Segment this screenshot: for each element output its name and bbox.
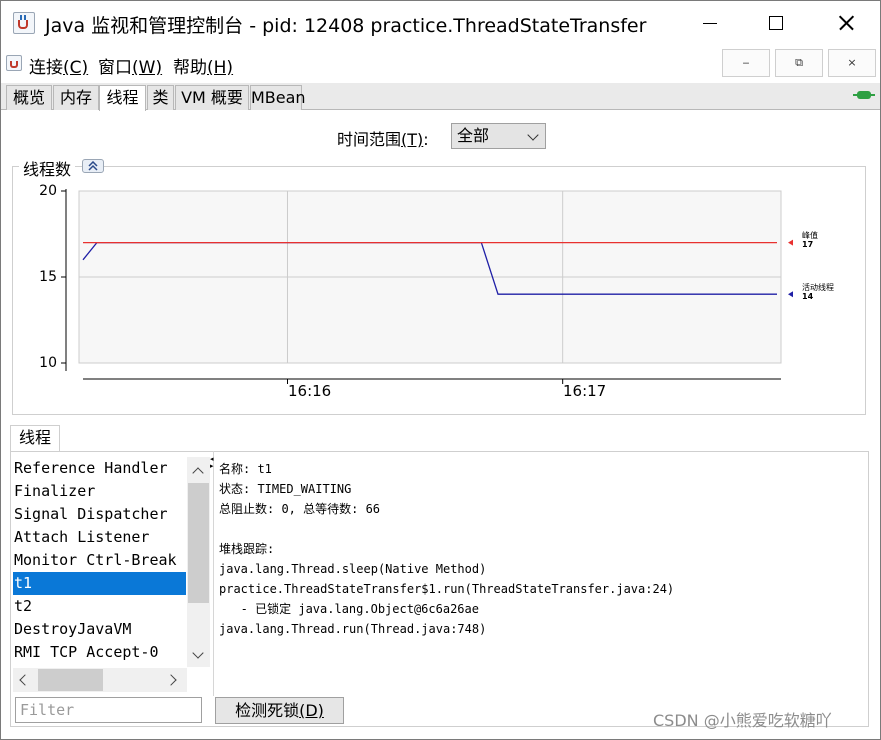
detect-deadlock-button[interactable]: 检测死锁(D) xyxy=(215,697,344,724)
tab-classes[interactable]: 类 xyxy=(147,85,174,110)
thread-detail-line: java.lang.Thread.sleep(Native Method) xyxy=(219,562,487,576)
inner-close-button[interactable]: × xyxy=(828,49,876,77)
x-tick-label: 16:17 xyxy=(563,382,607,400)
time-range-select[interactable]: 全部 xyxy=(451,123,546,149)
tab-overview[interactable]: 概览 xyxy=(6,85,52,110)
thread-list-item[interactable]: Monitor Ctrl-Break xyxy=(13,549,186,572)
jconsole-window: Java 监视和管理控制台 - pid: 12408 practice.Thre… xyxy=(0,0,881,740)
thread-detail-line: 名称: t1 xyxy=(219,462,272,476)
thread-detail-line: - 已锁定 java.lang.Object@6c6a26ae xyxy=(219,602,479,616)
thread-list-item[interactable]: DestroyJavaVM xyxy=(13,618,186,641)
y-tick-label: 10 xyxy=(39,355,57,371)
series-live-marker xyxy=(788,291,793,298)
chart-title: 线程数 xyxy=(19,156,76,180)
thread-detail-line: java.lang.Thread.run(Thread.java:748) xyxy=(219,622,487,636)
y-tick-label: 20 xyxy=(39,183,57,199)
split-pane-divider[interactable] xyxy=(213,451,217,696)
legend-peak-value: 17 xyxy=(802,240,814,249)
collapse-chart-button[interactable] xyxy=(82,159,104,173)
title-bar: Java 监视和管理控制台 - pid: 12408 practice.Thre… xyxy=(1,1,880,45)
thread-list-item[interactable]: Attach Listener xyxy=(13,526,186,549)
close-button[interactable] xyxy=(821,1,871,45)
watermark: CSDN @小熊爱吃软糖吖 xyxy=(653,711,832,730)
x-tick-label: 16:16 xyxy=(288,382,332,400)
window-title: Java 监视和管理控制台 - pid: 12408 practice.Thre… xyxy=(45,15,647,37)
thread-list-item[interactable]: t1 xyxy=(13,572,186,595)
menu-connection[interactable]: 连接(C) xyxy=(29,53,88,78)
thread-list-item[interactable]: Reference Handler xyxy=(13,457,186,480)
thread-detail-line: 总阻止数: 0, 总等待数: 66 xyxy=(219,502,381,516)
tab-bar: 概览 内存 线程 类 VM 概要 MBean xyxy=(1,83,880,111)
minimize-button[interactable] xyxy=(685,1,735,45)
y-tick-label: 15 xyxy=(39,269,57,285)
scroll-up-icon[interactable] xyxy=(192,467,204,479)
java-app-icon xyxy=(13,12,35,34)
thread-count-chart xyxy=(61,189,793,384)
thread-list-item[interactable]: Finalizer xyxy=(13,480,186,503)
menu-bar: 连接(C) 窗口(W) 帮助(H) ‒ ⧉ × xyxy=(1,47,880,81)
maximize-icon xyxy=(769,16,783,30)
scroll-thumb[interactable] xyxy=(38,669,103,691)
filter-input[interactable] xyxy=(15,697,202,723)
menu-window[interactable]: 窗口(W) xyxy=(98,53,162,78)
chevron-down-icon xyxy=(527,129,539,141)
time-range-label: 时间范围(T): xyxy=(337,130,429,149)
scroll-thumb[interactable] xyxy=(188,483,209,603)
series-peak-marker xyxy=(788,239,793,246)
thread-detail-line: 状态: TIMED_WAITING xyxy=(219,482,352,496)
split-arrows-icon[interactable]: ◂ ▸ xyxy=(210,456,214,470)
scroll-down-icon[interactable] xyxy=(192,647,204,659)
tab-threads[interactable]: 线程 xyxy=(99,85,146,111)
threads-subtab[interactable]: 线程 xyxy=(10,425,60,451)
menu-help[interactable]: 帮助(H) xyxy=(173,53,233,78)
tab-vm-summary[interactable]: VM 概要 xyxy=(175,85,249,110)
thread-list-item[interactable]: Signal Dispatcher xyxy=(13,503,186,526)
thread-list-item[interactable]: t2 xyxy=(13,595,186,618)
thread-details: 名称: t1 状态: TIMED_WAITING 总阻止数: 0, 总等待数: 66… xyxy=(219,459,859,639)
inner-minimize-button[interactable]: ‒ xyxy=(722,49,770,77)
thread-list-item[interactable]: RMI TCP Accept-0 xyxy=(13,641,186,664)
thread-list-vertical-scrollbar[interactable] xyxy=(187,457,210,667)
thread-list-horizontal-scrollbar[interactable] xyxy=(13,668,187,692)
tab-mbean[interactable]: MBean xyxy=(250,85,306,110)
connection-status-icon[interactable] xyxy=(853,89,875,101)
threads-tab-content: 时间范围(T): 全部 线程数 20 15 10 16:16 16:17 峰值 … xyxy=(1,111,880,739)
thread-detail-line: practice.ThreadStateTransfer$1.run(Threa… xyxy=(219,582,675,596)
java-menu-icon xyxy=(6,55,22,71)
thread-list[interactable]: Reference Handler Finalizer Signal Dispatc… xyxy=(13,457,186,669)
legend-live-value: 14 xyxy=(802,292,814,301)
inner-restore-button[interactable]: ⧉ xyxy=(775,49,823,77)
thread-detail-line xyxy=(219,519,859,539)
scroll-left-icon[interactable] xyxy=(19,674,31,686)
thread-detail-line: 堆栈跟踪: xyxy=(219,542,275,556)
maximize-button[interactable] xyxy=(751,1,801,45)
double-chevron-up-icon xyxy=(88,161,98,171)
tab-memory[interactable]: 内存 xyxy=(53,85,99,110)
scroll-right-icon[interactable] xyxy=(165,674,177,686)
minimize-icon xyxy=(703,23,717,24)
